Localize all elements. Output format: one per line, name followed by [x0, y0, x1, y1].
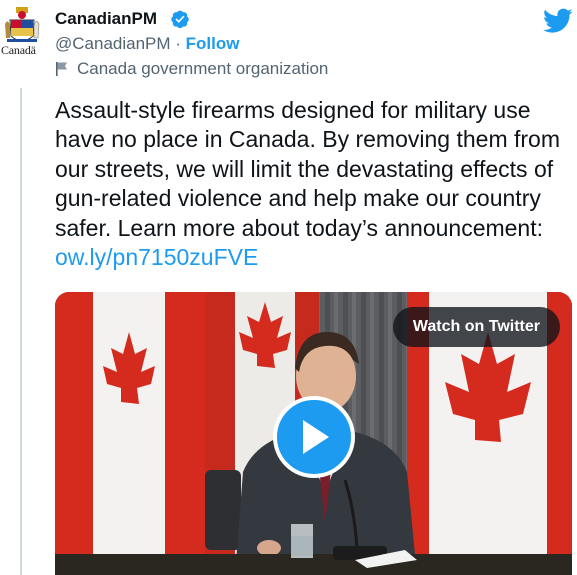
- twitter-bird-icon[interactable]: [543, 8, 573, 34]
- tweet-link[interactable]: ow.ly/pn7150zuFVE: [55, 244, 258, 270]
- canada-flag-left: [55, 292, 205, 575]
- flag-icon: [56, 62, 67, 76]
- play-icon: [303, 420, 329, 454]
- organization-text: Canada government organization: [77, 59, 329, 78]
- thread-divider: [20, 88, 22, 575]
- author-name[interactable]: CanadianPM: [55, 9, 157, 29]
- organization-label: Canada government organization: [55, 59, 328, 79]
- play-button[interactable]: [273, 396, 355, 478]
- tweet-body: Assault-style firearms designed for mili…: [55, 97, 560, 241]
- verified-badge-icon: [171, 10, 189, 29]
- watch-on-twitter-button[interactable]: Watch on Twitter: [392, 307, 560, 347]
- author-handle[interactable]: @CanadianPM: [55, 34, 171, 53]
- video-media[interactable]: Watch on Twitter: [55, 292, 572, 575]
- follow-link[interactable]: Follow: [186, 34, 240, 53]
- handle-row: @CanadianPM · Follow: [55, 34, 239, 54]
- separator-dot: ·: [170, 34, 186, 53]
- tweet-text: Assault-style firearms designed for mili…: [55, 96, 570, 272]
- canada-wordmark: Canadä: [1, 43, 36, 57]
